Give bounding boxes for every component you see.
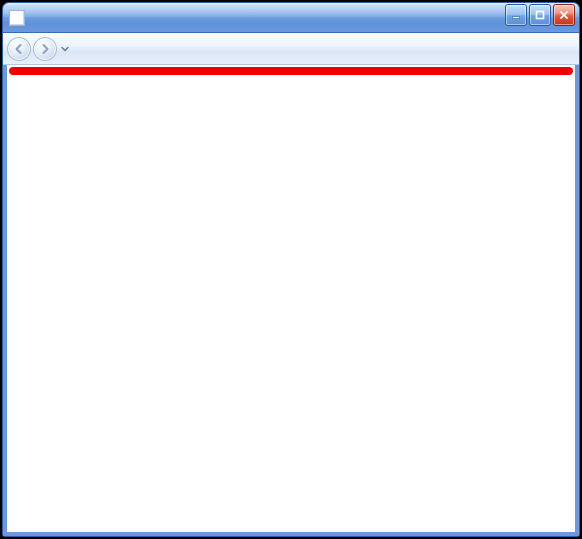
minimize-button[interactable] (505, 4, 527, 26)
content-area (3, 65, 579, 536)
recent-pages-dropdown[interactable] (59, 37, 71, 61)
app-icon (9, 10, 25, 26)
maximize-icon (535, 10, 545, 20)
application-window (2, 2, 580, 537)
forward-button[interactable] (33, 37, 57, 61)
window-controls (505, 4, 575, 26)
red-horizontal-bar (9, 67, 573, 75)
arrow-right-icon (39, 43, 51, 55)
navigation-toolbar (3, 33, 579, 65)
back-button[interactable] (7, 37, 31, 61)
close-icon (559, 10, 569, 20)
title-bar[interactable] (3, 3, 579, 33)
minimize-icon (511, 10, 521, 20)
close-button[interactable] (553, 4, 575, 26)
chevron-down-icon (61, 45, 69, 53)
maximize-button[interactable] (529, 4, 551, 26)
arrow-left-icon (13, 43, 25, 55)
